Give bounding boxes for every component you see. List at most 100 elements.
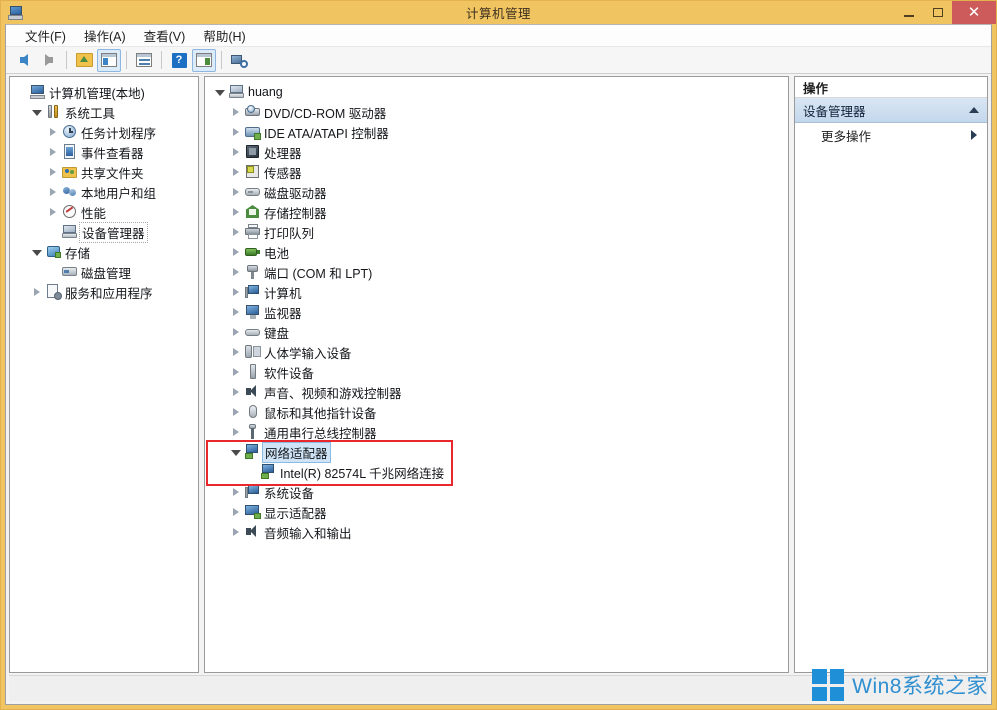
chevron-right-icon[interactable] [229, 145, 243, 159]
menu-file[interactable]: 文件(F) [16, 25, 75, 47]
menu-view[interactable]: 查看(V) [135, 25, 195, 47]
device-tree-row-1[interactable]: IDE ATA/ATAPI 控制器 [205, 122, 788, 142]
chevron-right-icon[interactable] [229, 365, 243, 379]
device-tree-row-19[interactable]: 系统设备 [205, 482, 788, 502]
sidebar-item-8[interactable]: 磁盘管理 [10, 262, 198, 282]
action-item-more-actions[interactable]: 更多操作 [795, 123, 987, 147]
chevron-right-icon[interactable] [229, 385, 243, 399]
folder-up-icon [75, 53, 93, 67]
device-tree-row-9[interactable]: 计算机 [205, 282, 788, 302]
properties-button[interactable] [132, 49, 156, 72]
sidebar-item-2[interactable]: 事件查看器 [10, 142, 198, 162]
tree-row[interactable]: huang [205, 82, 788, 102]
chevron-down-icon[interactable] [30, 245, 44, 259]
up-one-level-button[interactable] [72, 49, 96, 72]
processor-icon [245, 144, 261, 160]
sidebar-item-7[interactable]: 存储 [10, 242, 198, 262]
help-button[interactable]: ? [167, 49, 191, 72]
window-title: 计算机管理 [465, 7, 531, 21]
chevron-right-icon[interactable] [46, 205, 60, 219]
chevron-right-icon[interactable] [229, 285, 243, 299]
close-button[interactable]: ✕ [952, 1, 996, 24]
chevron-down-icon[interactable] [229, 445, 243, 459]
chevron-right-icon[interactable] [46, 145, 60, 159]
sidebar-item-0[interactable]: 系统工具 [10, 102, 198, 122]
tree-row-label: 存储控制器 [264, 206, 327, 221]
chevron-right-icon[interactable] [46, 165, 60, 179]
print-queue-icon [245, 224, 261, 240]
device-tree-row-0[interactable]: DVD/CD-ROM 驱动器 [205, 102, 788, 122]
tree-row-label: 处理器 [264, 146, 302, 161]
chevron-up-icon[interactable] [969, 107, 979, 113]
chevron-right-icon[interactable] [229, 305, 243, 319]
chevron-right-icon[interactable] [229, 405, 243, 419]
chevron-right-icon[interactable] [46, 125, 60, 139]
device-tree-row-3[interactable]: 传感器 [205, 162, 788, 182]
panes-container: 计算机管理(本地) 系统工具 任务计划程序 事件查看器 共享文件夹 本地用户和组 性能 设备管… [6, 74, 991, 675]
device-tree-row-12[interactable]: 人体学输入设备 [205, 342, 788, 362]
chevron-right-icon[interactable] [229, 225, 243, 239]
chevron-down-icon[interactable] [213, 85, 227, 99]
show-hide-action-pane-button[interactable] [192, 48, 216, 72]
device-tree-row-18[interactable]: Intel(R) 82574L 千兆网络连接 [205, 462, 788, 482]
chevron-down-icon[interactable] [30, 105, 44, 119]
tree-row[interactable]: 计算机管理(本地) [10, 82, 198, 102]
chevron-right-icon[interactable] [229, 425, 243, 439]
chevron-right-icon[interactable] [229, 505, 243, 519]
sidebar-item-4[interactable]: 本地用户和组 [10, 182, 198, 202]
chevron-right-icon[interactable] [229, 265, 243, 279]
chevron-right-icon[interactable] [229, 105, 243, 119]
device-tree-row-21[interactable]: 音频输入和输出 [205, 522, 788, 542]
sidebar-item-3[interactable]: 共享文件夹 [10, 162, 198, 182]
console-tree-pane[interactable]: 计算机管理(本地) 系统工具 任务计划程序 事件查看器 共享文件夹本地用户和组 性能 设备管… [9, 76, 199, 673]
menu-action[interactable]: 操作(A) [75, 25, 135, 47]
forward-button[interactable] [37, 49, 61, 72]
device-tree-row-15[interactable]: 鼠标和其他指针设备 [205, 402, 788, 422]
chevron-right-icon[interactable] [229, 165, 243, 179]
tree-row-label: 服务和应用程序 [65, 286, 153, 301]
chevron-right-icon[interactable] [46, 185, 60, 199]
chevron-right-icon[interactable] [229, 205, 243, 219]
chevron-right-icon[interactable] [229, 345, 243, 359]
chevron-right-icon[interactable] [229, 245, 243, 259]
tree-row-label: 显示适配器 [264, 506, 327, 521]
menu-help[interactable]: 帮助(H) [194, 25, 254, 47]
minimize-button[interactable] [894, 1, 923, 24]
tree-row-label: 本地用户和组 [81, 186, 157, 201]
device-tree-row-4[interactable]: 磁盘驱动器 [205, 182, 788, 202]
sensor-icon [245, 164, 261, 180]
device-tree-row-17[interactable]: 网络适配器 [205, 441, 788, 463]
action-group-device-manager[interactable]: 设备管理器 [795, 98, 987, 123]
chevron-right-icon[interactable] [229, 125, 243, 139]
sidebar-item-1[interactable]: 任务计划程序 [10, 122, 198, 142]
device-tree-row-20[interactable]: 显示适配器 [205, 502, 788, 522]
device-tree-row-8[interactable]: 端口 (COM 和 LPT) [205, 262, 788, 282]
chevron-right-icon[interactable] [229, 525, 243, 539]
tree-row-label: 监视器 [264, 306, 302, 321]
device-tree-row-14[interactable]: 声音、视频和游戏控制器 [205, 382, 788, 402]
chevron-right-icon[interactable] [229, 485, 243, 499]
device-tree-row-13[interactable]: 软件设备 [205, 362, 788, 382]
usb-controller-icon [245, 424, 261, 440]
scan-for-hardware-changes-button[interactable] [227, 49, 251, 72]
show-hide-console-tree-button[interactable] [97, 48, 121, 72]
sidebar-item-5[interactable]: 性能 [10, 202, 198, 222]
device-tree-row-2[interactable]: 处理器 [205, 142, 788, 162]
chevron-right-icon[interactable] [229, 185, 243, 199]
device-tree-row-10[interactable]: 监视器 [205, 302, 788, 322]
device-tree-row-7[interactable]: 电池 [205, 242, 788, 262]
sidebar-item-6[interactable]: 设备管理器 [10, 221, 198, 243]
chevron-right-icon[interactable] [229, 325, 243, 339]
storage-icon [46, 244, 62, 260]
device-tree-row-5[interactable]: 存储控制器 [205, 202, 788, 222]
computer-management-icon [8, 5, 24, 21]
device-tree-row-6[interactable]: 打印队列 [205, 222, 788, 242]
sidebar-item-9[interactable]: 服务和应用程序 [10, 282, 198, 302]
tree-row-label: 网络适配器 [262, 441, 331, 463]
back-button[interactable] [12, 49, 36, 72]
maximize-button[interactable] [923, 1, 952, 24]
device-tree-row-16[interactable]: 通用串行总线控制器 [205, 422, 788, 442]
chevron-right-icon[interactable] [30, 285, 44, 299]
device-tree-row-11[interactable]: 键盘 [205, 322, 788, 342]
device-tree-pane[interactable]: huang DVD/CD-ROM 驱动器 IDE ATA/ATAPI 控制器处理器传… [204, 76, 789, 673]
